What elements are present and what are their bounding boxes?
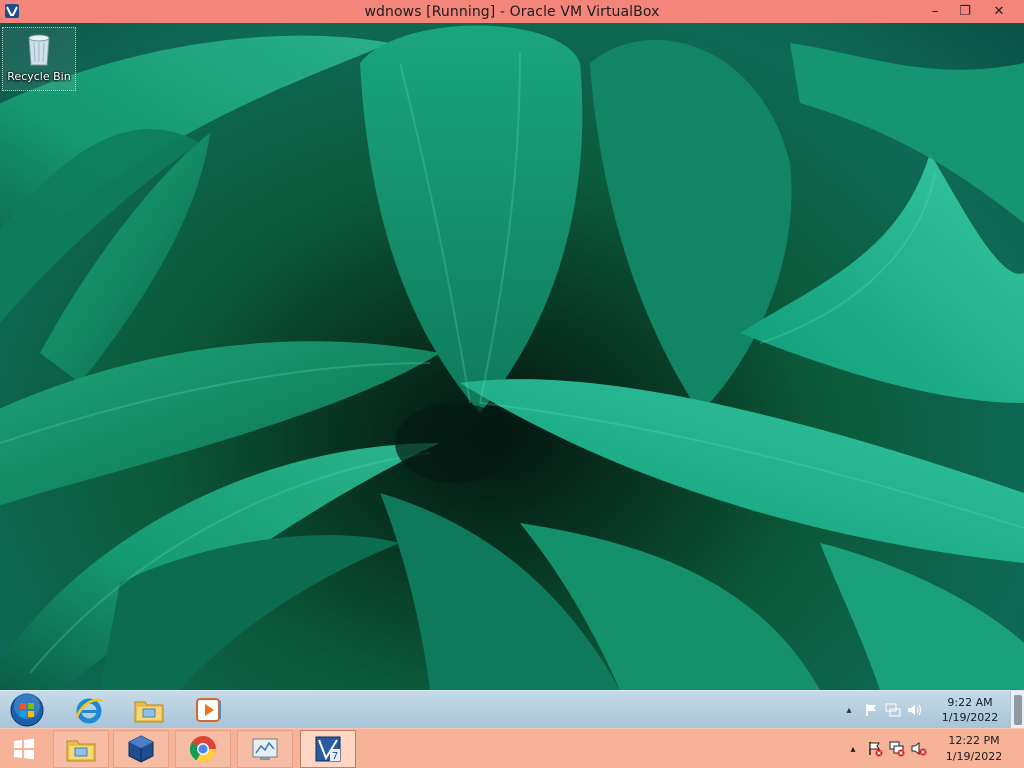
show-hidden-icons-button[interactable]: ▴	[840, 701, 858, 719]
network-warning-icon[interactable]	[888, 740, 906, 758]
chrome-icon	[189, 736, 217, 763]
close-icon: ✕	[993, 4, 1005, 19]
guest-desktop[interactable]: Recycle Bin	[0, 23, 1024, 690]
virtualbox-vm-icon: 7	[315, 736, 341, 762]
svg-text:7: 7	[332, 751, 338, 762]
host-file-explorer-button[interactable]	[53, 730, 109, 768]
system-app-icon	[252, 738, 278, 760]
guest-start-button[interactable]	[2, 692, 52, 728]
action-center-flag-icon[interactable]	[862, 701, 880, 719]
internet-explorer-taskbar-button[interactable]	[60, 692, 118, 728]
host-system-app-button[interactable]	[237, 730, 293, 768]
guest-clock[interactable]: 9:22 AM 1/19/2022	[934, 695, 1006, 725]
host-chrome-button[interactable]	[175, 730, 231, 768]
host-window-titlebar[interactable]: wdnows [Running] - Oracle VM VirtualBox …	[0, 0, 1024, 23]
show-hidden-icons-button[interactable]: ▴	[844, 740, 862, 758]
windows-start-icon	[14, 738, 34, 760]
media-player-taskbar-button[interactable]	[180, 692, 238, 728]
volume-icon[interactable]	[906, 701, 924, 719]
host-time: 12:22 PM	[948, 734, 1000, 747]
window-title: wdnows [Running] - Oracle VM VirtualBox	[364, 3, 660, 20]
host-virtualbox-vm-button[interactable]: 7	[300, 730, 356, 768]
network-icon[interactable]	[884, 701, 902, 719]
guest-taskbar: ▴ 9:22 AM 1/19/2022	[0, 690, 1024, 729]
vertical-scrollbar[interactable]	[1010, 691, 1024, 729]
recycle-bin-desktop-icon[interactable]: Recycle Bin	[2, 27, 76, 91]
host-taskbar: 7 ▴ 12:22 PM 1/19/2022	[0, 728, 1024, 768]
restore-icon: ❐	[959, 4, 971, 19]
virtualbox-app-icon[interactable]	[4, 3, 20, 19]
media-player-icon	[196, 698, 221, 722]
file-explorer-taskbar-button[interactable]	[120, 692, 178, 728]
guest-time: 9:22 AM	[947, 696, 993, 709]
action-center-flag-warning-icon[interactable]	[866, 740, 884, 758]
close-button[interactable]: ✕	[984, 0, 1014, 23]
restore-button[interactable]: ❐	[950, 0, 980, 23]
virtualbox-icon	[128, 735, 154, 763]
volume-muted-icon[interactable]	[910, 740, 928, 758]
guest-date: 1/19/2022	[941, 711, 999, 724]
host-date: 1/19/2022	[945, 750, 1003, 763]
host-clock[interactable]: 12:22 PM 1/19/2022	[938, 733, 1010, 765]
windows7-start-orb-icon	[10, 693, 44, 727]
recycle-bin-icon	[28, 34, 50, 66]
minimize-icon: –	[931, 4, 939, 19]
host-start-button[interactable]	[0, 730, 48, 768]
file-explorer-icon	[134, 701, 164, 723]
recycle-bin-label: Recycle Bin	[7, 70, 71, 83]
host-virtualbox-button[interactable]	[113, 730, 169, 768]
minimize-button[interactable]: –	[920, 0, 950, 23]
file-explorer-icon	[66, 740, 96, 762]
guest-system-tray: ▴ 9:22 AM 1/19/2022	[838, 691, 1006, 729]
host-system-tray: ▴ 12:22 PM 1/19/2022	[842, 729, 1010, 768]
internet-explorer-icon	[75, 698, 103, 724]
scrollbar-thumb[interactable]	[1014, 695, 1022, 725]
desktop-wallpaper	[0, 25, 1024, 690]
